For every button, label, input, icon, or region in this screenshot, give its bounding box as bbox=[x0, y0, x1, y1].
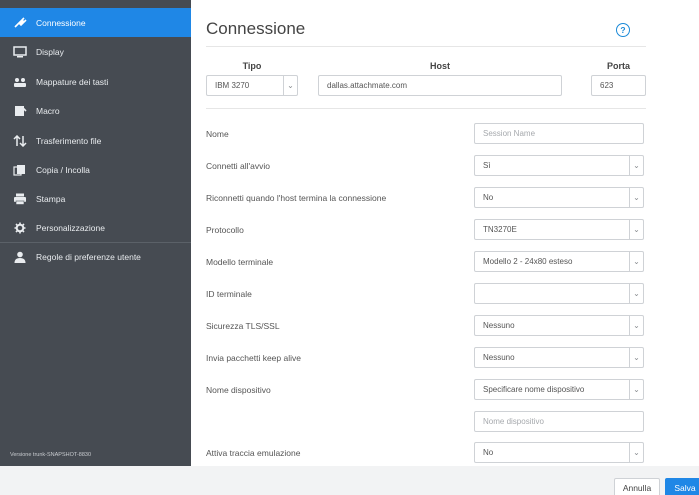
label-nome-dispositivo: Nome dispositivo bbox=[206, 385, 271, 395]
cancel-button[interactable]: Annulla bbox=[614, 478, 660, 495]
chevron-down-icon: ⌄ bbox=[283, 76, 297, 95]
porta-value: 623 bbox=[600, 81, 614, 90]
protocollo-select[interactable]: TN3270E ⌄ bbox=[474, 219, 644, 240]
sidebar-item-label: Regole di preferenze utente bbox=[36, 252, 141, 262]
sidebar-item-label: Stampa bbox=[36, 193, 66, 204]
traccia-emulazione-select[interactable]: No ⌄ bbox=[474, 442, 644, 463]
nome-placeholder: Session Name bbox=[483, 129, 536, 138]
sidebar-item-label: Trasferimento file bbox=[36, 135, 102, 146]
porta-input[interactable]: 623 bbox=[591, 75, 646, 96]
connetti-avvio-select[interactable]: Sì ⌄ bbox=[474, 155, 644, 176]
macro-icon bbox=[10, 105, 30, 117]
tipo-value: IBM 3270 bbox=[215, 81, 250, 90]
chevron-down-icon: ⌄ bbox=[629, 380, 643, 399]
printer-icon bbox=[10, 193, 30, 205]
sidebar-item-copia[interactable]: Copia / Incolla bbox=[0, 155, 191, 184]
sidebar-item-mappature[interactable]: Mappature dei tasti bbox=[0, 67, 191, 96]
label-id-terminale: ID terminale bbox=[206, 289, 252, 299]
select-value: Specificare nome dispositivo bbox=[483, 385, 585, 394]
user-icon bbox=[10, 251, 30, 263]
label-nome: Nome bbox=[206, 129, 229, 139]
column-header-tipo: Tipo bbox=[242, 61, 262, 71]
select-value: TN3270E bbox=[483, 225, 517, 234]
sidebar: Connessione Display Mappature dei tasti … bbox=[0, 0, 191, 466]
label-traccia-emulazione: Attiva traccia emulazione bbox=[206, 448, 301, 458]
chevron-down-icon: ⌄ bbox=[629, 156, 643, 175]
sidebar-item-macro[interactable]: Macro bbox=[0, 96, 191, 125]
label-connetti-avvio: Connetti all'avvio bbox=[206, 161, 270, 171]
keymap-icon bbox=[10, 76, 30, 88]
nome-dispositivo-placeholder: Nome dispositivo bbox=[483, 417, 544, 426]
chevron-down-icon: ⌄ bbox=[629, 348, 643, 367]
select-value: No bbox=[483, 448, 494, 457]
sidebar-item-label: Display bbox=[36, 46, 64, 57]
plug-icon bbox=[10, 16, 30, 29]
host-value: dallas.attachmate.com bbox=[327, 81, 408, 90]
sidebar-item-personalizzazione[interactable]: Personalizzazione bbox=[0, 213, 191, 242]
select-value: No bbox=[483, 193, 494, 202]
page-title: Connessione bbox=[206, 19, 306, 38]
sidebar-item-connessione[interactable]: Connessione bbox=[0, 8, 191, 37]
sicurezza-select[interactable]: Nessuno ⌄ bbox=[474, 315, 644, 336]
copy-icon bbox=[10, 164, 30, 176]
label-keep-alive: Invia pacchetti keep alive bbox=[206, 353, 301, 363]
label-sicurezza: Sicurezza TLS/SSL bbox=[206, 321, 280, 331]
chevron-down-icon: ⌄ bbox=[629, 284, 643, 303]
select-value: Nessuno bbox=[483, 321, 515, 330]
sidebar-item-label: Copia / Incolla bbox=[36, 164, 90, 175]
id-terminale-select[interactable]: ⌄ bbox=[474, 283, 644, 304]
divider bbox=[206, 46, 646, 47]
chevron-down-icon: ⌄ bbox=[629, 188, 643, 207]
chevron-down-icon: ⌄ bbox=[629, 443, 643, 462]
nome-dispositivo-input[interactable]: Nome dispositivo bbox=[474, 411, 644, 432]
select-value: Nessuno bbox=[483, 353, 515, 362]
column-header-porta: Porta bbox=[606, 61, 630, 71]
label-riconnetti: Riconnetti quando l'host termina la conn… bbox=[206, 193, 387, 203]
chevron-down-icon: ⌄ bbox=[629, 220, 643, 239]
divider bbox=[206, 108, 646, 109]
sidebar-item-stampa[interactable]: Stampa bbox=[0, 184, 191, 213]
sidebar-item-label: Connessione bbox=[36, 17, 86, 28]
select-value: Modello 2 - 24x80 esteso bbox=[483, 257, 573, 266]
sidebar-item-regole[interactable]: Regole di preferenze utente bbox=[0, 242, 191, 271]
sidebar-item-label: Macro bbox=[36, 105, 60, 116]
tipo-select[interactable]: IBM 3270 ⌄ bbox=[206, 75, 298, 96]
chevron-down-icon: ⌄ bbox=[629, 252, 643, 271]
transfer-icon bbox=[10, 134, 30, 147]
help-icon[interactable]: ? bbox=[616, 23, 630, 37]
label-modello-terminale: Modello terminale bbox=[206, 257, 274, 267]
gear-icon bbox=[10, 222, 30, 234]
sidebar-item-label: Personalizzazione bbox=[36, 222, 105, 233]
main-panel: Connessione ? Tipo Host Porta IBM 3270 ⌄… bbox=[191, 0, 699, 466]
label-protocollo: Protocollo bbox=[206, 225, 244, 235]
modello-terminale-select[interactable]: Modello 2 - 24x80 esteso ⌄ bbox=[474, 251, 644, 272]
nome-dispositivo-select[interactable]: Specificare nome dispositivo ⌄ bbox=[474, 379, 644, 400]
select-value: Sì bbox=[483, 161, 491, 170]
save-button[interactable]: Salva bbox=[665, 478, 699, 495]
sidebar-item-trasferimento[interactable]: Trasferimento file bbox=[0, 126, 191, 155]
host-input[interactable]: dallas.attachmate.com bbox=[318, 75, 562, 96]
nome-input[interactable]: Session Name bbox=[474, 123, 644, 144]
footer-bar bbox=[0, 466, 699, 495]
riconnetti-select[interactable]: No ⌄ bbox=[474, 187, 644, 208]
column-header-host: Host bbox=[430, 61, 450, 71]
sidebar-item-display[interactable]: Display bbox=[0, 37, 191, 66]
sidebar-item-label: Mappature dei tasti bbox=[36, 76, 109, 87]
keep-alive-select[interactable]: Nessuno ⌄ bbox=[474, 347, 644, 368]
version-label: Versione trunk-SNAPSHOT-8830 bbox=[10, 452, 92, 458]
chevron-down-icon: ⌄ bbox=[629, 316, 643, 335]
monitor-icon bbox=[10, 45, 30, 58]
